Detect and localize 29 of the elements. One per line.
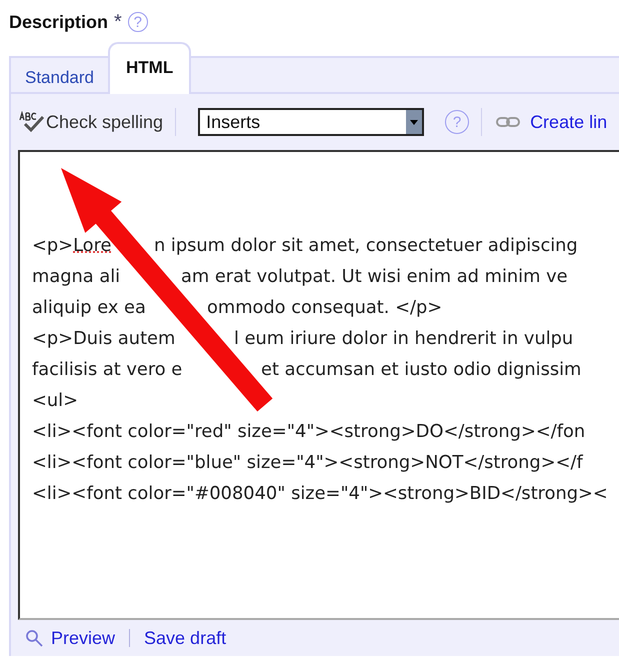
- required-mark: *: [114, 10, 122, 34]
- code-text: Lore: [73, 235, 112, 256]
- code-text: ommodo consequat. </p>: [207, 296, 442, 320]
- inserts-dropdown[interactable]: Inserts: [198, 108, 424, 136]
- preview-link[interactable]: Preview: [51, 628, 116, 648]
- code-text: l eum iriure dolor in hendrerit in vulpu: [234, 327, 574, 351]
- code-text: <p>: [32, 235, 74, 256]
- code-text: facilisis at vero e: [32, 359, 182, 380]
- save-draft-link[interactable]: Save draft: [144, 628, 226, 648]
- tab[interactable]: Standard: [11, 68, 108, 92]
- code-text: <ul>: [32, 390, 78, 411]
- check-spelling-button[interactable]: Check spelling: [46, 112, 164, 132]
- code-text: <li><font color="blue" size="4"><strong>NOT</strong></f: [32, 452, 583, 473]
- code-text: am erat volutpat. Ut wisi enim ad minim ve: [181, 265, 568, 289]
- field-label: Description: [9, 12, 108, 32]
- code-text: <li><font color="red" size="4"><strong>DO</strong></fon: [32, 421, 586, 442]
- code-text: n ipsum dolor sit amet, consectetuer adipiscing: [154, 234, 578, 258]
- tab[interactable]: HTML: [108, 42, 192, 94]
- code-text: magna ali: [32, 266, 120, 287]
- code-text: <p>Duis autem: [32, 328, 176, 349]
- magnifier-icon[interactable]: [25, 628, 45, 648]
- html-editor[interactable]: [18, 150, 619, 620]
- create-link-button[interactable]: Create lin: [530, 112, 608, 132]
- spellcheck-icon[interactable]: [19, 111, 45, 133]
- code-text: <li><font color="#008040" size="4"><strong>BID</strong><: [32, 483, 608, 504]
- caret-icon: [410, 120, 418, 124]
- code-text: aliquip ex ea: [32, 297, 146, 318]
- chain-link-icon: [496, 116, 520, 128]
- code-text: et accumsan et iusto odio dignissim: [261, 358, 582, 382]
